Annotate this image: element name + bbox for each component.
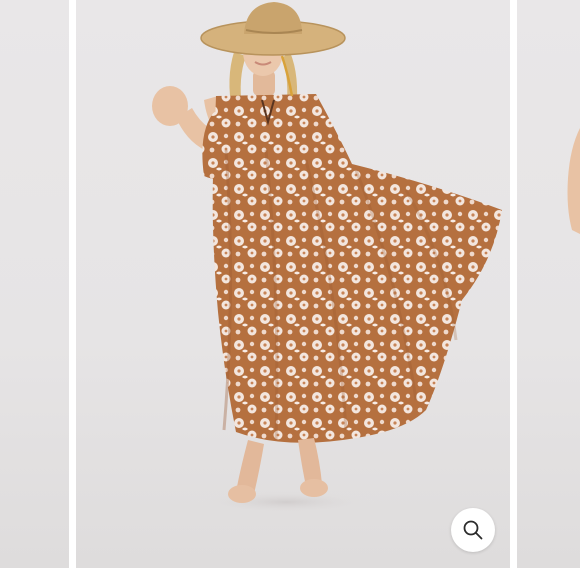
previous-slide-image[interactable] — [0, 0, 69, 568]
slide-gap — [510, 0, 517, 568]
zoom-button[interactable] — [451, 508, 495, 552]
slide-gap — [69, 0, 76, 568]
right-foot — [300, 479, 328, 497]
next-slide-image[interactable] — [517, 0, 580, 568]
straw-hat-crown — [244, 2, 302, 34]
next-model-photo — [567, 128, 580, 234]
left-foot — [228, 485, 256, 503]
carousel-bottom-edge — [0, 568, 580, 580]
floor-shadow — [196, 490, 376, 514]
magnifier-icon — [463, 520, 483, 540]
product-image-carousel[interactable] — [0, 0, 580, 580]
floral-dress — [212, 94, 502, 443]
model-photo — [152, 2, 502, 514]
main-product-image[interactable] — [76, 0, 510, 568]
arm — [567, 128, 580, 234]
right-leg — [298, 438, 322, 486]
